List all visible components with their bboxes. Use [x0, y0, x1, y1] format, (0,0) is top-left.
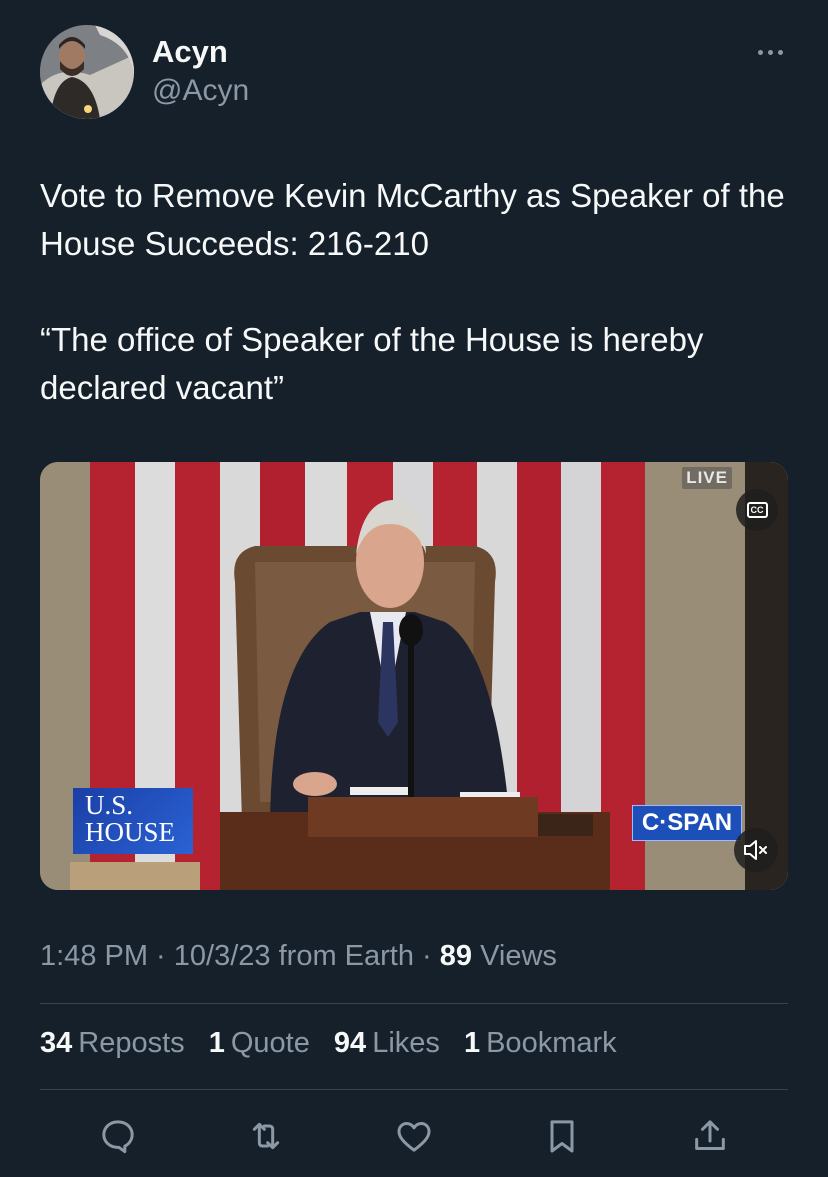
meta-separator: ·	[413, 940, 440, 972]
tweet-detail: Acyn @Acyn Vote to Remove Kevin McCarthy…	[0, 0, 828, 1177]
divider	[40, 1089, 788, 1090]
reposts-stat[interactable]: 34 Reposts	[40, 1027, 185, 1059]
author-handle[interactable]: @Acyn	[152, 74, 249, 108]
quotes-stat[interactable]: 1 Quote	[209, 1027, 310, 1059]
tweet-time[interactable]: 1:48 PM	[40, 940, 148, 972]
bookmark-icon	[550, 1120, 574, 1153]
views-count: 89	[439, 940, 473, 972]
likes-label: Likes	[372, 1027, 440, 1059]
repost-button[interactable]	[242, 1112, 290, 1160]
tweet-date[interactable]: 10/3/23	[174, 940, 271, 972]
us-house-logo: U.S. HOUSE	[73, 788, 193, 854]
video-player[interactable]: LIVE CC U.S. HOUSE C·SPAN	[40, 462, 788, 890]
mute-button[interactable]	[734, 828, 778, 872]
bookmark-button[interactable]	[538, 1112, 586, 1160]
reply-button[interactable]	[94, 1112, 142, 1160]
reposts-label: Reposts	[78, 1027, 185, 1059]
share-button[interactable]	[686, 1112, 734, 1160]
tweet-text: Vote to Remove Kevin McCarthy as Speaker…	[40, 172, 800, 412]
divider	[40, 1003, 788, 1004]
live-badge: LIVE	[682, 467, 732, 489]
like-button[interactable]	[390, 1112, 438, 1160]
views-label: Views	[480, 940, 557, 972]
quotes-label: Quote	[230, 1027, 310, 1059]
captions-button[interactable]: CC	[736, 489, 778, 531]
cspan-logo: C·SPAN	[632, 805, 742, 841]
avatar-image	[40, 25, 134, 119]
bookmarks-label: Bookmark	[486, 1027, 617, 1059]
likes-stat[interactable]: 94 Likes	[334, 1027, 440, 1059]
avatar[interactable]	[40, 25, 134, 119]
author-display-name[interactable]: Acyn	[152, 34, 228, 70]
reposts-count: 34	[40, 1027, 73, 1059]
tweet-text-quote: “The office of Speaker of the House is h…	[40, 321, 704, 406]
likes-count: 94	[333, 1027, 367, 1059]
captions-icon: CC	[746, 502, 768, 518]
share-icon	[695, 1120, 725, 1150]
quotes-count: 1	[208, 1027, 225, 1059]
tweet-text-line: Vote to Remove Kevin McCarthy as Speaker…	[40, 177, 785, 262]
bookmarks-count: 1	[463, 1027, 481, 1059]
house-logo-line1: U.S.	[85, 790, 134, 820]
heart-icon	[397, 1122, 431, 1152]
more-icon-dot	[777, 49, 783, 55]
muted-speaker-icon	[744, 840, 767, 860]
more-icon	[757, 49, 763, 55]
tweet-source: from Earth	[278, 940, 414, 972]
engagement-stats: 34 Reposts 1 Quote 94 Likes 1 Bookmark	[40, 1027, 633, 1060]
meta-separator: ·	[148, 940, 174, 972]
more-icon-dot	[767, 49, 773, 55]
more-button[interactable]	[748, 38, 792, 66]
reply-icon	[102, 1120, 134, 1154]
house-logo-line2: HOUSE	[85, 817, 176, 847]
tweet-meta: 1:48 PM · 10/3/23 from Earth · 89 Views	[40, 940, 557, 973]
bookmarks-stat[interactable]: 1 Bookmark	[464, 1027, 617, 1059]
repost-icon	[252, 1122, 280, 1150]
